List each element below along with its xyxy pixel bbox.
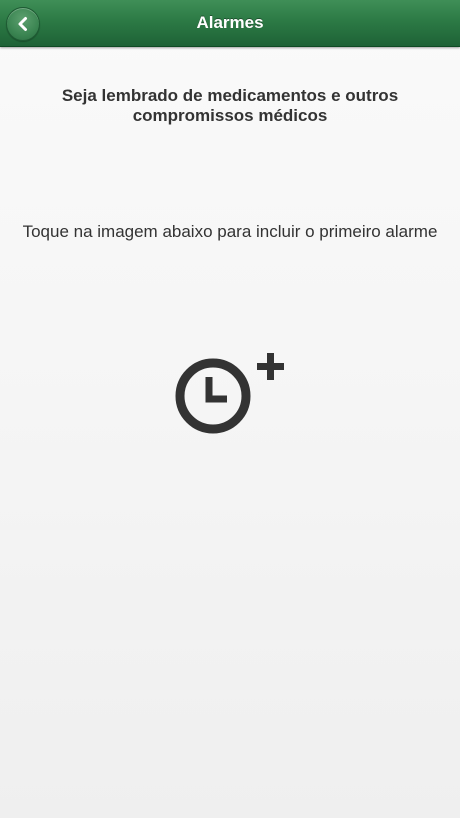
add-alarm-button[interactable] [172, 350, 288, 438]
clock-plus-icon [175, 353, 284, 434]
chevron-left-icon [18, 17, 27, 31]
header-bar: Alarmes [0, 0, 460, 47]
instruction-text: Toque na imagem abaixo para incluir o pr… [22, 222, 438, 241]
page-title: Alarmes [196, 13, 264, 32]
page-heading: Seja lembrado de medicamentos e outros c… [61, 86, 399, 125]
back-button[interactable] [6, 7, 40, 41]
